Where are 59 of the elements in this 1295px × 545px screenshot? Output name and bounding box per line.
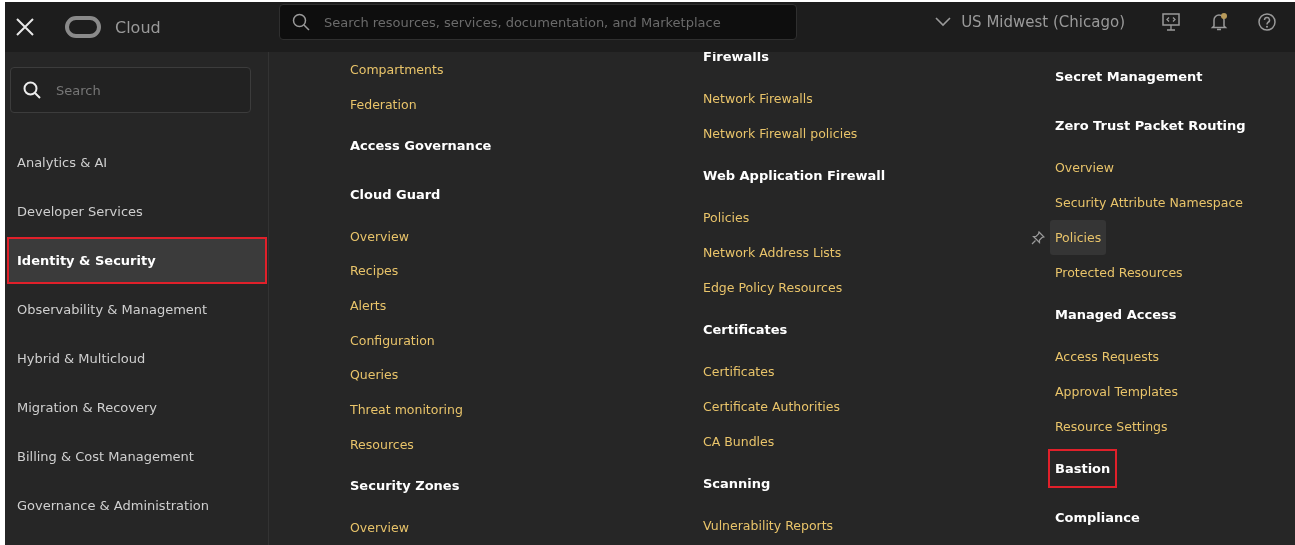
section-heading: Scanning [702, 475, 772, 493]
search-icon [23, 81, 41, 99]
menu-link[interactable]: Network Firewalls [698, 81, 818, 116]
section-heading: Secret Management [1054, 68, 1204, 86]
section-heading: Firewalls [702, 52, 770, 66]
menu-link[interactable]: Protected Resources [1050, 255, 1188, 290]
menu-link[interactable]: Policies [698, 200, 755, 235]
region-selector[interactable]: US Midwest (Chicago) [935, 13, 1125, 31]
menu-link[interactable]: Vulnerability Reports [698, 508, 839, 543]
menu-link[interactable]: Overview [345, 510, 414, 545]
section-heading: Certificates [702, 321, 789, 339]
pin-icon[interactable] [1031, 230, 1045, 245]
bell-icon[interactable] [1209, 12, 1229, 32]
section-heading: Zero Trust Packet Routing [1054, 117, 1247, 135]
menu-link[interactable]: Resources [345, 426, 419, 462]
menu-link[interactable]: Network Firewall policies [698, 116, 863, 151]
category-item[interactable]: Migration & Recovery [8, 385, 266, 430]
search-field[interactable]: Search [10, 67, 251, 113]
menu-link[interactable]: Certificates [698, 354, 780, 389]
menu-link[interactable]: Alerts [345, 288, 392, 323]
brand-name: Cloud [115, 17, 161, 37]
help-icon[interactable] [1257, 12, 1277, 32]
category-item[interactable]: Governance & Administration [8, 483, 266, 528]
section-heading: Bastion [1050, 451, 1116, 486]
section-heading: Access Governance [349, 137, 493, 156]
menu-link[interactable]: Edge Policy Resources [698, 270, 848, 305]
category-item[interactable]: Hybrid & Multicloud [8, 336, 266, 381]
category-item[interactable]: Observability & Management [8, 287, 266, 332]
logo-icon[interactable] [65, 16, 101, 38]
close-icon [15, 17, 35, 37]
section-heading: Web Application Firewall [702, 167, 887, 185]
search-icon [292, 13, 310, 31]
category-item[interactable]: Billing & Cost Management [8, 434, 266, 479]
menu-link[interactable]: Certificate Authorities [698, 389, 846, 424]
menu-link[interactable]: Network Address Lists [698, 235, 847, 270]
menu-link[interactable]: Overview [345, 218, 414, 254]
menu-link[interactable]: Resource Settings [1050, 409, 1173, 444]
menu-link[interactable]: Access Requests [1050, 339, 1165, 374]
menu-link[interactable]: Policies [1050, 220, 1107, 255]
section-heading: Security Zones [349, 477, 461, 496]
menu-link[interactable]: CA Bundles [698, 424, 780, 459]
menu-link[interactable]: Federation [345, 86, 422, 122]
section-heading: Cloud Guard [349, 185, 442, 204]
menu-link[interactable]: Threat monitoring [345, 392, 468, 427]
menu-link[interactable]: Configuration [345, 322, 440, 358]
menu-link[interactable]: Overview [1050, 150, 1119, 185]
category-item[interactable]: Identity & Security [8, 238, 266, 283]
section-heading: Managed Access [1054, 306, 1178, 324]
section-heading: Compliance [1054, 509, 1141, 527]
monitor-icon[interactable] [1161, 12, 1181, 32]
chevron-down-icon [935, 17, 952, 27]
menu-link[interactable]: Queries [345, 357, 404, 393]
search-field[interactable]: Search resources, services, documentation, and Marketplace [279, 4, 797, 40]
menu-link[interactable]: Security Attribute Namespace [1050, 185, 1249, 220]
category-item[interactable]: Analytics & AI [8, 140, 266, 185]
category-item[interactable]: Developer Services [8, 189, 266, 234]
menu-link[interactable]: Compartments [345, 52, 449, 87]
menu-link[interactable]: Recipes [345, 253, 404, 289]
menu-link[interactable]: Approval Templates [1050, 374, 1183, 409]
